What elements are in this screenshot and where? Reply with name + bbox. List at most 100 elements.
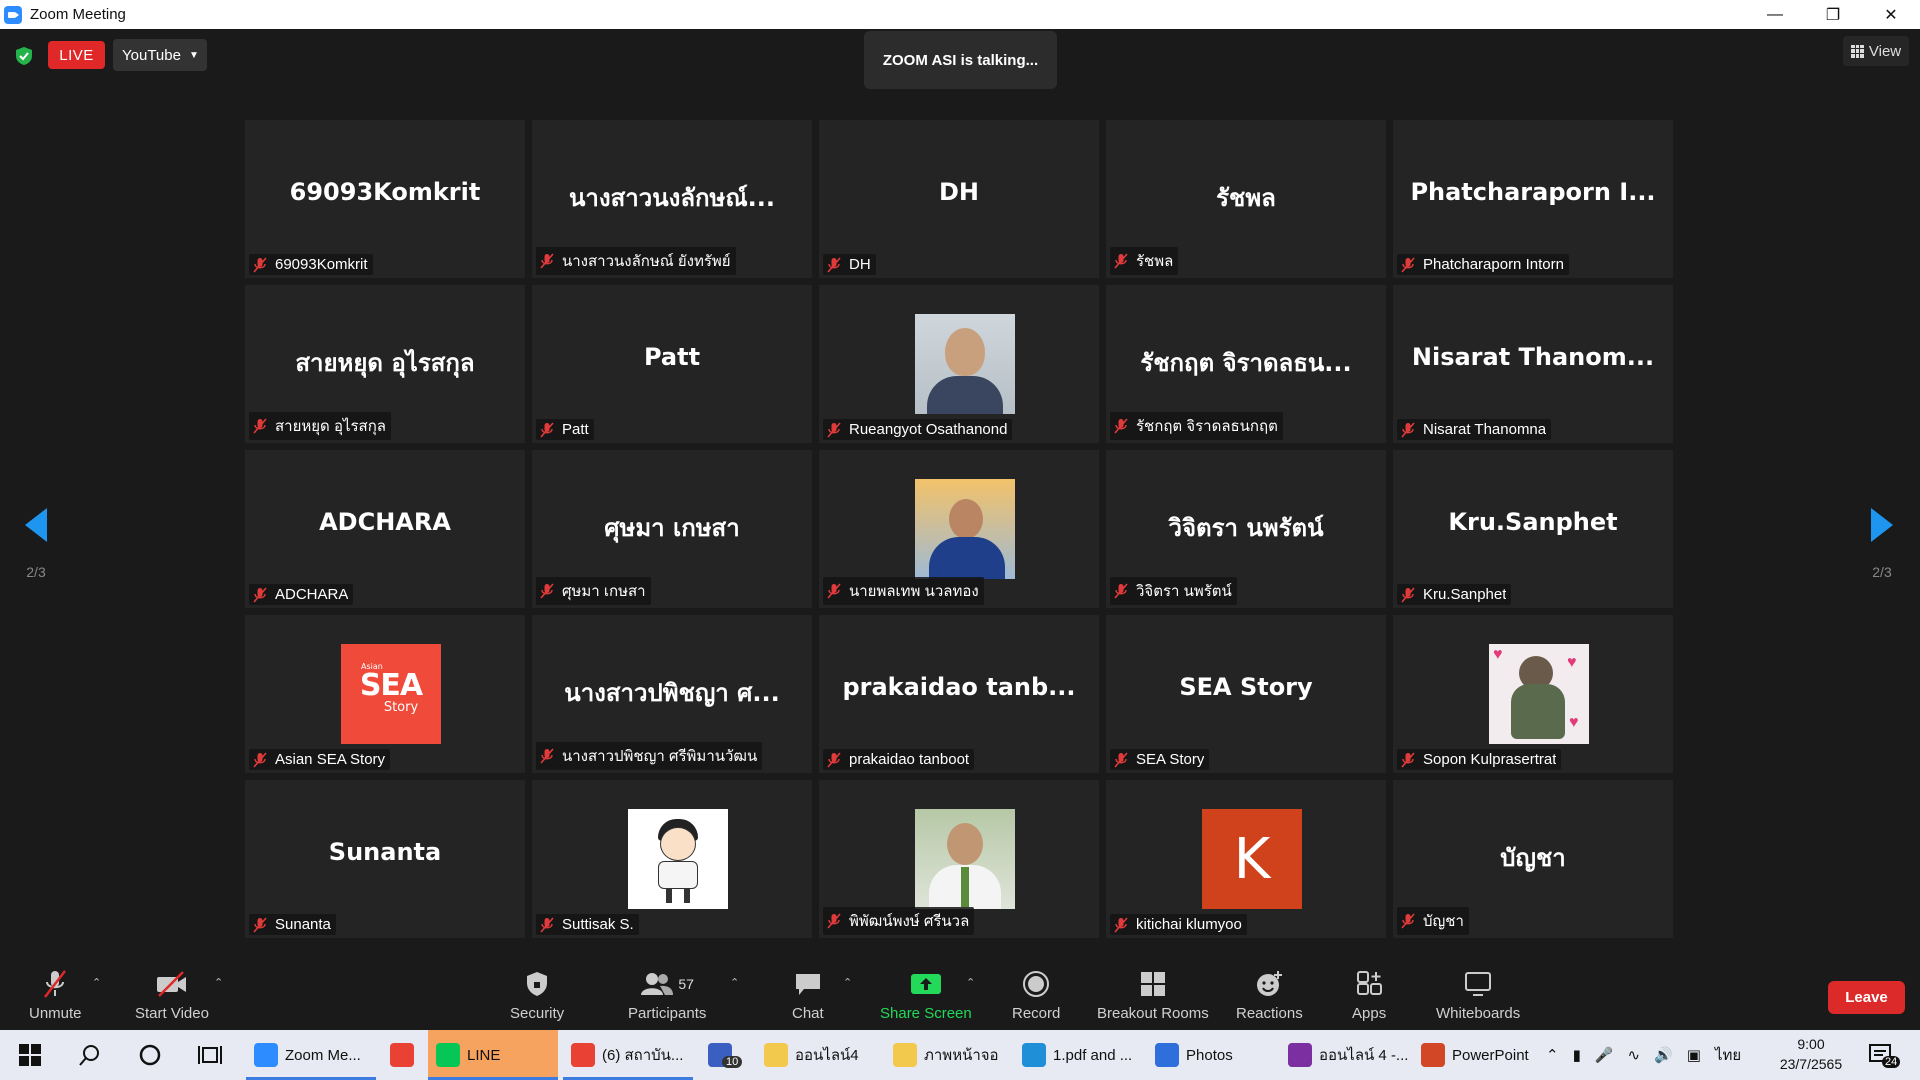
participant-tile[interactable]: prakaidao tanb... prakaidao tanboot — [819, 615, 1099, 773]
participant-display-name: วิจิตรา นพรัตน์ — [1168, 514, 1324, 542]
taskbar-app-label: LINE — [467, 1046, 501, 1064]
previous-page-nav[interactable]: 2/3 — [16, 508, 56, 588]
participants-button[interactable]: 57 Participants — [628, 968, 706, 1022]
wifi-icon[interactable]: ∿ — [1628, 1046, 1641, 1064]
zoom-window: Zoom Meeting — ❐ ✕ LIVE YouTube ▼ ZOOM A… — [0, 0, 1920, 1080]
participant-tile[interactable]: Kkitichai klumyoo — [1106, 780, 1386, 938]
participant-tile[interactable]: รัชกฤต จิราดลธน... รัชกฤต จิราดลธนกฤต — [1106, 285, 1386, 443]
search-icon — [79, 1045, 99, 1066]
whiteboards-label: Whiteboards — [1436, 1005, 1521, 1022]
next-page-nav[interactable]: 2/3 — [1862, 508, 1902, 588]
battery-icon[interactable]: ▮ — [1573, 1046, 1581, 1064]
participant-tile[interactable]: สายหยุด อุไรสกุล สายหยุด อุไรสกุล — [245, 285, 525, 443]
participants-options-chevron-icon[interactable]: ⌃ — [730, 976, 739, 989]
participants-label: Participants — [628, 1005, 707, 1022]
chat-button[interactable]: Chat — [792, 968, 824, 1022]
participant-avatar: K — [1202, 809, 1302, 909]
security-button[interactable]: Security — [510, 968, 564, 1022]
participant-tile[interactable]: พิพัฒน์พงษ์ ศรีนวล — [819, 780, 1099, 938]
participant-tile[interactable]: Suttisak S. — [532, 780, 812, 938]
breakout-rooms-button[interactable]: Breakout Rooms — [1097, 968, 1209, 1022]
taskbar-app-button[interactable]: PowerPoint — [1413, 1030, 1538, 1080]
chat-options-chevron-icon[interactable]: ⌃ — [843, 976, 852, 989]
leave-button[interactable]: Leave — [1828, 981, 1905, 1014]
clock-date: 23/7/2565 — [1779, 1056, 1843, 1072]
task-view-button[interactable] — [198, 1030, 222, 1080]
participant-tile[interactable]: Nisarat Thanom... Nisarat Thanomna — [1393, 285, 1673, 443]
taskbar-app-label: Zoom Me... — [285, 1046, 361, 1064]
participant-tile[interactable]: 69093Komkrit 69093Komkrit — [245, 120, 525, 278]
system-clock[interactable]: 9:00 23/7/2565 — [1776, 1034, 1846, 1074]
notification-center-button[interactable]: 24 — [1868, 1030, 1901, 1080]
volume-icon[interactable]: 🔊 — [1654, 1046, 1673, 1064]
participant-name-tag: Suttisak S. — [536, 914, 639, 935]
view-button[interactable]: View — [1843, 36, 1909, 66]
participant-tile[interactable]: DH DH — [819, 120, 1099, 278]
muted-mic-icon — [827, 421, 841, 438]
reactions-button[interactable]: Reactions — [1236, 968, 1303, 1022]
taskbar-app-button[interactable] — [382, 1030, 426, 1080]
show-hidden-icons-chevron-icon[interactable]: ⌃ — [1546, 1046, 1559, 1064]
input-language[interactable]: ไทย — [1715, 1043, 1741, 1067]
participant-tile[interactable]: ศุษมา เกษสา ศุษมา เกษสา — [532, 450, 812, 608]
participant-tile[interactable]: นายพลเทพ นวลทอง — [819, 450, 1099, 608]
share-screen-button[interactable]: Share Screen — [880, 968, 972, 1022]
audio-options-chevron-icon[interactable]: ⌃ — [92, 976, 101, 989]
participant-display-name: ADCHARA — [319, 508, 451, 536]
participant-tile[interactable]: นางสาวนงลักษณ์... นางสาวนงลักษณ์ ยังทรัพย… — [532, 120, 812, 278]
taskbar-app-button[interactable]: ออนไลน์4 — [756, 1030, 876, 1080]
start-button[interactable] — [18, 1030, 42, 1080]
participant-tile[interactable]: ADCHARA ADCHARA — [245, 450, 525, 608]
avatar-letter: K — [1233, 826, 1271, 892]
minimize-button[interactable]: — — [1746, 0, 1804, 29]
muted-mic-icon — [1401, 586, 1415, 603]
stream-target-dropdown[interactable]: YouTube ▼ — [113, 39, 207, 71]
view-label: View — [1868, 42, 1902, 60]
share-options-chevron-icon[interactable]: ⌃ — [966, 976, 975, 989]
unmute-button[interactable]: Unmute — [29, 968, 82, 1022]
restore-button[interactable]: ❐ — [1804, 0, 1862, 29]
folder-icon — [764, 1043, 788, 1067]
encryption-shield-icon[interactable] — [15, 46, 33, 66]
apps-button[interactable]: Apps — [1352, 968, 1386, 1022]
taskbar-app-button[interactable]: (6) สถาบัน... — [563, 1030, 693, 1080]
close-button[interactable]: ✕ — [1862, 0, 1920, 29]
participant-tile[interactable]: รัชพล รัชพล — [1106, 120, 1386, 278]
record-button[interactable]: Record — [1012, 968, 1060, 1022]
participant-tile[interactable]: นางสาวปพิชญา ศ... นางสาวปพิชญา ศรีพิมานวั… — [532, 615, 812, 773]
participant-name: Suttisak S. — [562, 916, 634, 933]
system-tray: ⌃ ▮ 🎤 ∿ 🔊 ▣ ไทย — [1546, 1030, 1741, 1080]
participant-tile[interactable]: Phatcharaporn I... Phatcharaporn Intorn — [1393, 120, 1673, 278]
taskbar-app-button[interactable]: Zoom Me... — [246, 1030, 376, 1080]
start-video-button[interactable]: Start Video — [135, 968, 209, 1022]
participant-tile[interactable]: Patt Patt — [532, 285, 812, 443]
participant-display-name: รัชพล — [1216, 184, 1276, 212]
cortana-button[interactable] — [138, 1030, 162, 1080]
arrow-right-icon[interactable] — [1871, 508, 1893, 542]
participant-tile[interactable]: บัญชา บัญชา — [1393, 780, 1673, 938]
participant-tile[interactable]: Kru.Sanphet Kru.Sanphet — [1393, 450, 1673, 608]
whiteboards-button[interactable]: Whiteboards — [1436, 968, 1520, 1022]
live-badge[interactable]: LIVE — [48, 41, 105, 69]
arrow-left-icon[interactable] — [25, 508, 47, 542]
participant-tile[interactable]: SEA Story SEA Story — [1106, 615, 1386, 773]
taskbar-search-button[interactable] — [78, 1030, 102, 1080]
taskbar-app-button[interactable]: LINE — [428, 1030, 558, 1080]
participant-display-name: Nisarat Thanom... — [1411, 343, 1655, 371]
participant-tile[interactable]: วิจิตรา นพรัตน์ วิจิตรา นพรัตน์ — [1106, 450, 1386, 608]
video-options-chevron-icon[interactable]: ⌃ — [214, 976, 223, 989]
participant-tile[interactable]: ♥ ♥ ♥ Sopon Kulprasertrat — [1393, 615, 1673, 773]
taskbar-app-button[interactable]: ออนไลน์ 4 -... — [1280, 1030, 1408, 1080]
participant-tile[interactable]: Asian SEA Story Asian SEA Story — [245, 615, 525, 773]
participant-tile[interactable]: Rueangyot Osathanond — [819, 285, 1099, 443]
screen-icon[interactable]: ▣ — [1687, 1046, 1701, 1064]
participant-display-name: Phatcharaporn I... — [1410, 178, 1656, 206]
taskbar-app-button[interactable]: ภาพหน้าจอ — [885, 1030, 1005, 1080]
notification-count: 24 — [1882, 1056, 1901, 1068]
participant-name: kitichai klumyoo — [1136, 916, 1242, 933]
microphone-icon[interactable]: 🎤 — [1595, 1046, 1614, 1064]
participant-tile[interactable]: Sunanta Sunanta — [245, 780, 525, 938]
taskbar-app-button[interactable]: 10 — [700, 1030, 746, 1080]
taskbar-app-button[interactable]: Photos — [1147, 1030, 1272, 1080]
taskbar-app-button[interactable]: 1.pdf and ... — [1014, 1030, 1139, 1080]
